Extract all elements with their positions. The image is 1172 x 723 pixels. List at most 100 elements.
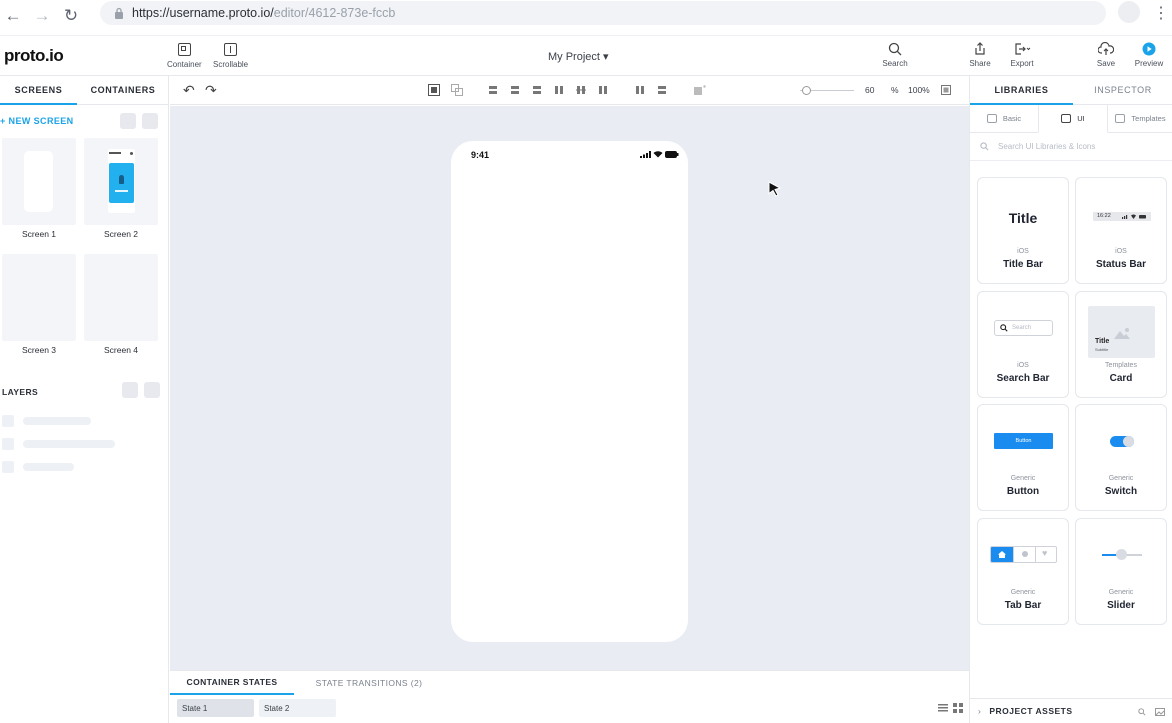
templates-icon bbox=[1115, 114, 1126, 123]
save-button[interactable]: Save bbox=[1086, 42, 1126, 68]
library-item-button[interactable]: Button Generic Button bbox=[977, 404, 1069, 511]
align-middle-icon[interactable] bbox=[510, 85, 520, 95]
search-icon[interactable] bbox=[1138, 708, 1146, 716]
zoom-value[interactable]: 60 bbox=[865, 85, 874, 95]
address-bar[interactable]: https://username.proto.io/editor/4612-87… bbox=[100, 1, 1106, 25]
browser-menu-icon[interactable]: ⋮ bbox=[1153, 3, 1169, 23]
export-icon bbox=[1015, 43, 1031, 55]
card-category: Generic bbox=[1108, 475, 1134, 482]
tab-inspector[interactable]: INSPECTOR bbox=[1073, 76, 1172, 105]
share-icon bbox=[975, 42, 985, 55]
align-top-icon[interactable] bbox=[488, 85, 498, 95]
url-path: editor/4612-873e-fccb bbox=[273, 6, 396, 20]
app-header: proto.io Container Scrollable My Project… bbox=[0, 36, 1172, 76]
library-item-slider[interactable]: Generic Slider bbox=[1075, 518, 1167, 625]
chevron-right-icon: › bbox=[978, 706, 982, 716]
distribute-horizontal-icon[interactable] bbox=[635, 85, 645, 95]
container-tool-button[interactable]: Container bbox=[167, 43, 202, 69]
library-search-input[interactable]: Search UI Libraries & Icons bbox=[970, 133, 1172, 161]
distribute-vertical-icon[interactable] bbox=[657, 85, 667, 95]
zoom-slider-handle[interactable] bbox=[802, 86, 811, 95]
screens-options-button[interactable] bbox=[142, 113, 158, 129]
lib-tab-basic[interactable]: Basic bbox=[970, 105, 1038, 133]
lock-icon bbox=[115, 7, 123, 19]
search-bar-preview-text: Search bbox=[1012, 325, 1032, 331]
lib-tab-basic-label: Basic bbox=[1002, 114, 1022, 123]
screen-thumbnail-2[interactable] bbox=[84, 138, 158, 225]
tab-state-transitions[interactable]: STATE TRANSITIONS (2) bbox=[294, 671, 444, 695]
state-chip-2[interactable]: State 2 bbox=[259, 699, 336, 717]
align-left-icon[interactable] bbox=[554, 85, 564, 95]
library-item-tab-bar[interactable]: ♥ Generic Tab Bar bbox=[977, 518, 1069, 625]
project-title-dropdown[interactable]: My Project ▾ bbox=[548, 50, 609, 63]
search-bar-preview: Search bbox=[994, 320, 1053, 336]
scrollable-tool-button[interactable]: Scrollable bbox=[213, 43, 248, 69]
export-button[interactable]: Export bbox=[1002, 42, 1042, 68]
library-item-card[interactable]: Title Subtitle Templates Card bbox=[1075, 291, 1167, 398]
state-chip-1[interactable]: State 1 bbox=[177, 699, 254, 717]
button-preview-label: Button bbox=[1015, 438, 1032, 444]
tab-container-states[interactable]: CONTAINER STATES bbox=[170, 671, 294, 695]
redo-icon[interactable]: ↷ bbox=[205, 82, 217, 99]
tab-screens[interactable]: SCREENS bbox=[0, 76, 77, 105]
layers-options-button[interactable] bbox=[144, 382, 160, 398]
library-item-title-bar[interactable]: Title iOS Title Bar bbox=[977, 177, 1069, 284]
layer-placeholder-bar bbox=[23, 417, 91, 425]
project-assets-section[interactable]: › PROJECT ASSETS bbox=[970, 698, 1172, 723]
library-item-switch[interactable]: Generic Switch bbox=[1075, 404, 1167, 511]
forward-arrow-icon[interactable]: → bbox=[32, 6, 52, 26]
align-center-icon[interactable] bbox=[576, 85, 586, 95]
phone-screen-frame[interactable]: 9:41 bbox=[451, 141, 688, 642]
card-category: iOS bbox=[1017, 248, 1029, 255]
search-label: Search bbox=[882, 59, 908, 68]
preview-button[interactable]: Preview bbox=[1129, 42, 1169, 68]
zoom-100-button[interactable]: 100% bbox=[908, 85, 930, 95]
screen-thumbnail-3[interactable] bbox=[2, 254, 76, 341]
library-item-status-bar[interactable]: 16:22 iOS Status Bar bbox=[1075, 177, 1167, 284]
container-tool-label: Container bbox=[167, 60, 202, 69]
image-placeholder-icon bbox=[1114, 328, 1130, 339]
screens-view-button[interactable] bbox=[120, 113, 136, 129]
align-right-icon[interactable] bbox=[598, 85, 608, 95]
design-canvas[interactable]: 9:41 bbox=[170, 106, 969, 670]
search-icon bbox=[980, 142, 989, 151]
cellular-signal-icon bbox=[640, 151, 651, 158]
list-view-icon[interactable] bbox=[938, 704, 948, 712]
export-label: Export bbox=[1010, 59, 1034, 68]
lib-tab-ui[interactable]: UI bbox=[1038, 105, 1108, 133]
button-preview: Button bbox=[994, 433, 1053, 449]
fit-screen-icon[interactable] bbox=[941, 85, 951, 95]
undo-icon[interactable]: ↶ bbox=[183, 82, 195, 99]
grid-view-icon[interactable] bbox=[953, 703, 963, 713]
app-logo: proto.io bbox=[4, 46, 64, 65]
ungroup-icon[interactable] bbox=[451, 84, 463, 96]
align-bottom-icon[interactable] bbox=[532, 85, 542, 95]
back-arrow-icon[interactable]: ← bbox=[3, 6, 23, 26]
container-icon bbox=[177, 43, 191, 56]
screen-label-3: Screen 3 bbox=[21, 345, 57, 355]
tab-containers[interactable]: CONTAINERS bbox=[77, 76, 169, 105]
group-icon[interactable] bbox=[428, 84, 440, 96]
screen-thumbnail-1[interactable] bbox=[2, 138, 76, 225]
card-category: Generic bbox=[1010, 475, 1036, 482]
image-icon[interactable] bbox=[1155, 708, 1165, 716]
search-icon bbox=[1000, 324, 1008, 332]
scrollable-icon bbox=[224, 43, 238, 56]
layer-placeholder-bar bbox=[23, 463, 74, 471]
search-icon bbox=[888, 42, 902, 56]
lib-tab-templates[interactable]: Templates bbox=[1108, 105, 1172, 133]
new-screen-button[interactable]: + NEW SCREEN bbox=[0, 116, 74, 126]
search-button[interactable]: Search bbox=[875, 42, 915, 68]
title-bar-preview: Title bbox=[1008, 210, 1038, 226]
card-name: Tab Bar bbox=[1004, 600, 1042, 611]
share-button[interactable]: Share bbox=[960, 42, 1000, 68]
tab-bar-preview: ♥ bbox=[990, 546, 1057, 563]
layers-view-button[interactable] bbox=[122, 382, 138, 398]
card-category: Generic bbox=[1108, 589, 1134, 596]
profile-avatar[interactable] bbox=[1118, 1, 1140, 23]
library-item-search-bar[interactable]: Search iOS Search Bar bbox=[977, 291, 1069, 398]
tab-libraries[interactable]: LIBRARIES bbox=[970, 76, 1073, 105]
reload-icon[interactable]: ↻ bbox=[61, 6, 81, 26]
arrange-icon[interactable] bbox=[693, 84, 707, 96]
screen-thumbnail-4[interactable] bbox=[84, 254, 158, 341]
